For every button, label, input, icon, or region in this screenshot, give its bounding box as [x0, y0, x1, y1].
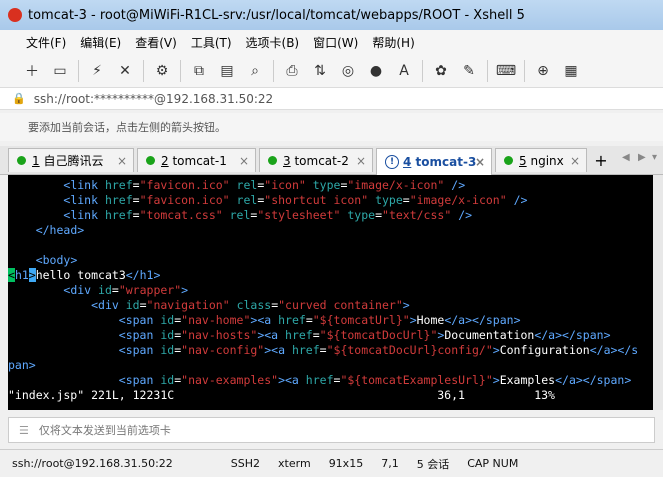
alert-icon: ! — [385, 155, 399, 169]
session-hint-bar: 要添加当前会话，点击左侧的箭头按钮。 — [0, 113, 663, 141]
connected-dot-icon — [17, 156, 26, 165]
status-size: 91x15 — [328, 457, 364, 470]
menu-tabs[interactable]: 选项卡(B) — [246, 34, 300, 51]
tab-num: 1 — [32, 153, 40, 168]
status-cursor-pos: 7,1 — [381, 457, 399, 470]
script-icon[interactable]: ✎ — [459, 61, 479, 81]
toolbar-divider — [524, 59, 525, 82]
toolbar: ＋ ▭ ⚡ ✕ ⚙ ⧉ ▤ ⌕ ⎙ ⇅ ◎ ● A ✿ ✎ ⌨ ⊕ ▦ — [0, 54, 663, 88]
terminal-line: <span id="nav-config"><a href="${tomcatD… — [118, 343, 639, 357]
status-caps: CAP NUM — [467, 457, 519, 470]
new-tab-button[interactable]: + — [590, 148, 612, 172]
tab-session-2[interactable]: 2 tomcat-1 × — [137, 148, 256, 172]
status-term-type: xterm — [278, 457, 311, 470]
xftp-icon[interactable]: ✿ — [431, 61, 451, 81]
terminal-line: <span id="nav-home"><a href="${tomcatUrl… — [118, 313, 521, 327]
copy-icon[interactable]: ⧉ — [189, 61, 209, 81]
toolbar-divider — [180, 59, 181, 82]
menu-window[interactable]: 窗口(W) — [313, 34, 358, 51]
status-sessions: 5 会话 — [416, 457, 450, 471]
close-tab-icon[interactable]: × — [475, 155, 485, 169]
tab-label: tomcat-1 — [172, 153, 227, 168]
globe-icon[interactable]: ◎ — [338, 61, 358, 81]
connected-dot-icon — [146, 156, 155, 165]
keyboard-icon[interactable]: ⌨ — [496, 61, 516, 81]
tab-label: 自己腾讯云 — [43, 154, 104, 168]
terminal-line: <link href="favicon.ico" rel="shortcut i… — [63, 193, 528, 207]
toolbar-divider — [487, 59, 488, 82]
compose-bar[interactable]: ☰ 仅将文本发送到当前选项卡 — [8, 417, 655, 443]
menu-view[interactable]: 查看(V) — [135, 34, 177, 51]
print-icon[interactable]: ⎙ — [282, 61, 302, 81]
terminal-line: <div id="navigation" class="curved conta… — [91, 298, 410, 312]
address-bar[interactable]: 🔒 ssh://root:**********@192.168.31.50:22 — [0, 88, 663, 110]
compose-placeholder: 仅将文本发送到当前选项卡 — [38, 424, 171, 437]
terminal-line: <link href="tomcat.css" rel="stylesheet"… — [63, 208, 473, 222]
tab-num: 3 — [283, 153, 291, 168]
tab-next-icon[interactable]: ▶ — [638, 152, 646, 163]
tab-label: tomcat-3 — [415, 155, 477, 169]
terminal-line: <h1>hello tomcat3</h1> — [8, 268, 161, 282]
close-tab-icon[interactable]: × — [239, 154, 249, 168]
toolbar-divider — [143, 59, 144, 82]
open-folder-icon[interactable]: ▭ — [50, 61, 70, 81]
layout-icon[interactable]: ▦ — [561, 61, 581, 81]
menu-lines-icon[interactable]: ☰ — [19, 424, 29, 437]
terminal-line: <div id="wrapper"> — [63, 283, 189, 297]
add-tab-icon[interactable]: ⊕ — [533, 61, 553, 81]
window-titlebar[interactable]: tomcat-3 - root@MiWiFi-R1CL-srv:/usr/loc… — [0, 0, 663, 30]
font-icon[interactable]: A — [394, 61, 414, 81]
color-scheme-icon[interactable]: ● — [366, 61, 386, 81]
close-tab-icon[interactable]: × — [570, 154, 580, 168]
tab-prev-icon[interactable]: ◀ — [622, 152, 630, 163]
connected-dot-icon — [504, 156, 513, 165]
tab-label: nginx — [530, 153, 564, 168]
disconnect-icon[interactable]: ✕ — [115, 61, 135, 81]
terminal-line: <link href="favicon.ico" rel="icon" type… — [63, 178, 466, 192]
hint-text: 要添加当前会话，点击左侧的箭头按钮。 — [28, 121, 226, 134]
tab-session-3[interactable]: 3 tomcat-2 × — [259, 148, 373, 172]
terminal-line: <span id="nav-hosts"><a href="${tomcatDo… — [118, 328, 611, 342]
session-tabs: 1 自己腾讯云 × 2 tomcat-1 × 3 tomcat-2 × ! 4 … — [0, 146, 663, 175]
address-text: ssh://root:**********@192.168.31.50:22 — [33, 91, 274, 106]
terminal-line: </head> — [35, 223, 85, 237]
terminal-line: pan> — [8, 358, 36, 372]
tab-list-icon[interactable]: ▾ — [652, 152, 657, 163]
new-session-icon[interactable]: ＋ — [22, 61, 42, 81]
properties-icon[interactable]: ⚙ — [152, 61, 172, 81]
menu-help[interactable]: 帮助(H) — [372, 34, 414, 51]
tab-num: 5 — [519, 153, 527, 168]
tab-label: tomcat-2 — [294, 153, 349, 168]
tab-session-4[interactable]: ! 4 tomcat-3 × — [376, 148, 492, 175]
toolbar-divider — [422, 59, 423, 82]
xshell-app-icon — [8, 8, 22, 22]
lock-icon: 🔒 — [12, 92, 26, 105]
terminal-line: <span id="nav-examples"><a href="${tomca… — [118, 373, 632, 387]
transfer-icon[interactable]: ⇅ — [310, 61, 330, 81]
find-icon[interactable]: ⌕ — [245, 61, 265, 81]
reconnect-icon[interactable]: ⚡ — [87, 61, 107, 81]
close-tab-icon[interactable]: × — [117, 154, 127, 168]
menu-file[interactable]: 文件(F) — [26, 34, 66, 51]
vim-status-line: "index.jsp" 221L, 12231C 36,1 13% — [8, 388, 555, 402]
toolbar-divider — [78, 59, 79, 82]
close-tab-icon[interactable]: × — [356, 154, 366, 168]
toolbar-divider — [273, 59, 274, 82]
tab-session-1[interactable]: 1 自己腾讯云 × — [8, 148, 134, 172]
terminal-scrollbar[interactable] — [653, 175, 663, 410]
menu-bar: 文件(F) 编辑(E) 查看(V) 工具(T) 选项卡(B) 窗口(W) 帮助(… — [0, 30, 663, 54]
tab-num: 2 — [161, 153, 169, 168]
status-connection: ssh://root@192.168.31.50:22 — [12, 457, 173, 470]
status-bar: ssh://root@192.168.31.50:22 SSH2 xterm 9… — [0, 449, 663, 477]
paste-icon[interactable]: ▤ — [217, 61, 237, 81]
terminal-area[interactable]: <link href="favicon.ico" rel="icon" type… — [8, 175, 653, 410]
window-title: tomcat-3 - root@MiWiFi-R1CL-srv:/usr/loc… — [28, 7, 525, 23]
tab-num: 4 — [403, 155, 412, 169]
menu-edit[interactable]: 编辑(E) — [80, 34, 121, 51]
menu-tools[interactable]: 工具(T) — [191, 34, 232, 51]
connected-dot-icon — [268, 156, 277, 165]
tab-session-5[interactable]: 5 nginx × — [495, 148, 587, 172]
status-protocol: SSH2 — [230, 457, 261, 470]
terminal-line: <body> — [35, 253, 78, 267]
